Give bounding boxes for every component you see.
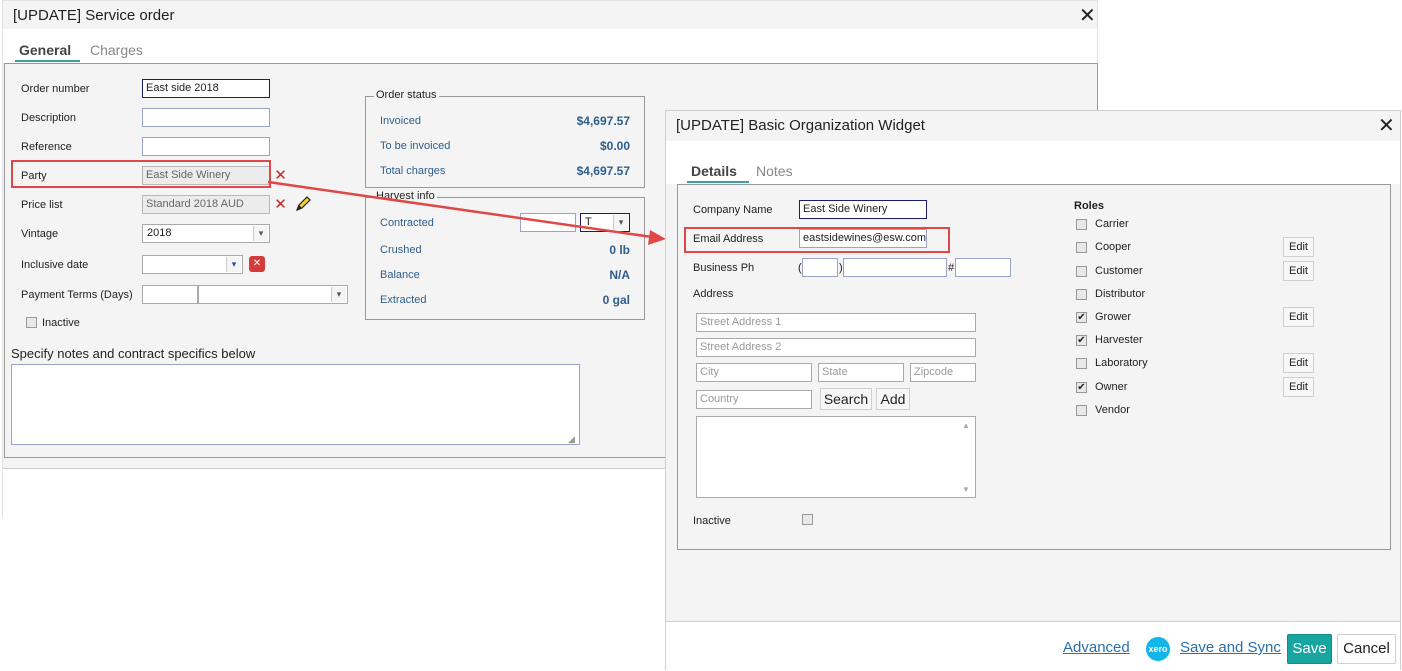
role-label: Harvester [1095,334,1143,346]
role-checkbox[interactable] [1076,242,1087,253]
save-button[interactable]: Save [1287,634,1332,664]
details-panel: Company Name East Side Winery Email Addr… [677,184,1391,550]
role-edit-button[interactable]: Edit [1283,237,1314,257]
company-name-input[interactable]: East Side Winery [799,200,927,219]
company-name-label: Company Name [693,204,773,216]
inactive-checkbox[interactable] [802,514,813,525]
street-address-2-input[interactable]: Street Address 2 [696,338,976,357]
role-checkbox[interactable] [1076,266,1087,277]
phone-area-input[interactable] [802,258,838,277]
active-tab-indicator [687,181,749,183]
address-label: Address [693,288,734,300]
phone-ext-input[interactable] [955,258,1011,277]
inactive-label: Inactive [693,515,731,527]
business-phone-label: Business Ph [693,262,755,274]
state-placeholder: State [822,366,848,378]
role-checkbox[interactable]: ✔ [1076,312,1087,323]
org-tab-bar: Details Notes [666,141,1400,184]
city-input[interactable]: City [696,363,812,382]
street-2-placeholder: Street Address 2 [700,341,782,353]
city-placeholder: City [700,366,719,378]
xero-logo-icon: xero [1146,637,1170,661]
role-label: Grower [1095,311,1132,323]
role-checkbox[interactable] [1076,219,1087,230]
role-edit-button[interactable]: Edit [1283,377,1314,397]
street-address-1-input[interactable]: Street Address 1 [696,313,976,332]
phone-ext-symbol: # [948,262,955,274]
tab-notes[interactable]: Notes [756,163,793,179]
role-checkbox[interactable] [1076,289,1087,300]
role-checkbox[interactable] [1076,405,1087,416]
advanced-link[interactable]: Advanced [1063,639,1130,656]
role-edit-button[interactable]: Edit [1283,307,1314,327]
role-label: Cooper [1095,241,1132,253]
org-widget-dialog: [UPDATE] Basic Organization Widget ✕ Det… [665,110,1401,670]
state-input[interactable]: State [818,363,904,382]
role-checkbox[interactable] [1076,358,1087,369]
role-checkbox[interactable]: ✔ [1076,335,1087,346]
role-label: Laboratory [1095,357,1148,369]
scroll-up-icon[interactable]: ▲ [962,421,970,430]
roles-title: Roles [1074,200,1104,212]
zipcode-placeholder: Zipcode [914,366,954,378]
org-widget-footer: Advanced xero Save and Sync Save Cancel [666,621,1400,670]
country-input[interactable]: Country [696,390,812,409]
email-highlight [684,227,950,253]
role-label: Carrier [1095,218,1129,230]
country-placeholder: Country [700,393,739,405]
role-label: Customer [1095,265,1143,277]
address-results-list[interactable] [696,416,976,498]
address-search-button[interactable]: Search [820,388,872,410]
role-label: Distributor [1095,288,1146,300]
role-label: Vendor [1095,404,1130,416]
role-edit-button[interactable]: Edit [1283,353,1314,373]
role-checkbox[interactable]: ✔ [1076,382,1087,393]
zipcode-input[interactable]: Zipcode [910,363,976,382]
tab-details[interactable]: Details [691,163,737,179]
org-widget-title: [UPDATE] Basic Organization Widget [676,117,925,134]
org-widget-close-icon[interactable]: ✕ [1378,116,1395,136]
phone-number-input[interactable] [843,258,947,277]
save-and-sync-link[interactable]: Save and Sync [1180,639,1281,656]
street-1-placeholder: Street Address 1 [700,316,782,328]
address-add-button[interactable]: Add [876,388,910,410]
cancel-button[interactable]: Cancel [1337,634,1396,664]
scroll-down-icon[interactable]: ▼ [962,485,970,494]
role-label: Owner [1095,381,1128,393]
role-edit-button[interactable]: Edit [1283,261,1314,281]
